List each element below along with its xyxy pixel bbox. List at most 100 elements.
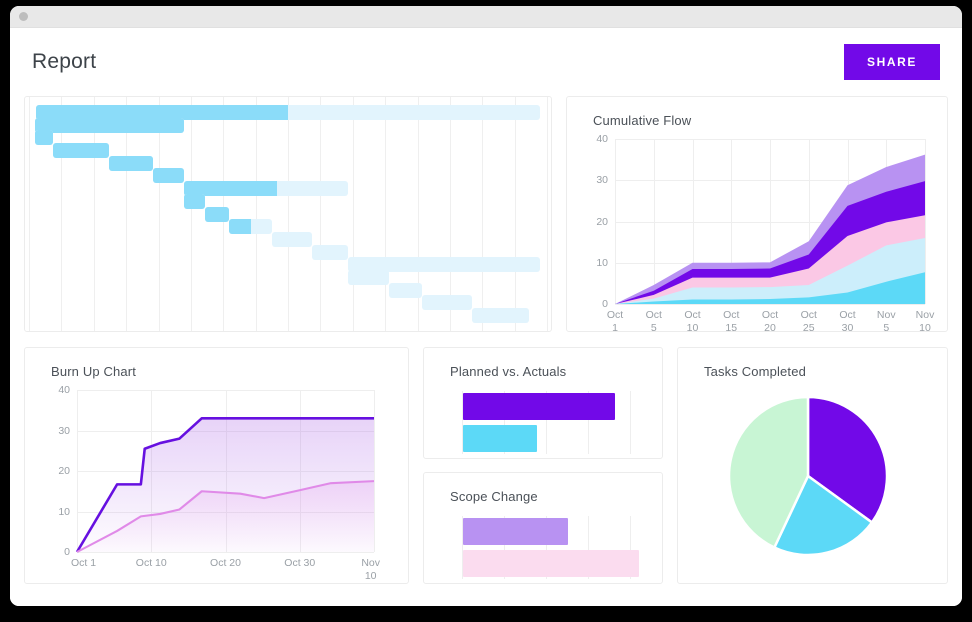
share-button[interactable]: SHARE	[843, 44, 940, 80]
x-axis-tick: 300	[579, 458, 597, 459]
gantt-task-bar[interactable]	[228, 219, 273, 235]
bar-cards-column: Planned vs. Actuals 0100200300400500 Sco…	[423, 347, 663, 584]
x-axis-tick: Nov 5	[876, 309, 896, 332]
planned-vs-actuals-title: Planned vs. Actuals	[450, 364, 567, 379]
gantt-task-bar[interactable]	[53, 142, 110, 158]
y-axis-tick: 0	[64, 546, 70, 558]
scope-change-card: Scope Change 0100200300400500	[423, 472, 663, 584]
x-axis-tick: 200	[537, 583, 555, 584]
x-axis-tick: Oct 25	[800, 309, 817, 332]
scope-change-plot: 0100200300400500	[462, 516, 662, 579]
dashboard-row-bottom: Burn Up Chart 0 10 20 30 40 Oct 1 Oct 10 Oct 20…	[24, 347, 948, 584]
burn-up-plot: 0 10 20 30 40 Oct 1 Oct 10 Oct 20 Oct 30 Nov 10	[58, 384, 380, 582]
y-axis-tick: 30	[596, 174, 608, 187]
gantt-gridline	[482, 97, 484, 331]
cumulative-flow-title: Cumulative Flow	[593, 113, 692, 128]
x-axis-tick: Nov 10	[361, 557, 380, 582]
page-header: Report SHARE	[24, 28, 948, 96]
gantt-task-bar[interactable]	[347, 270, 389, 286]
x-axis-tick: Oct 30	[839, 309, 856, 332]
gridline-horizontal	[77, 552, 374, 553]
gantt-task-bar[interactable]	[205, 206, 229, 222]
gantt-task-progress	[228, 219, 251, 235]
x-axis-tick: 0	[459, 458, 465, 459]
x-axis-tick: Oct 1	[606, 309, 624, 332]
gantt-task-bar[interactable]	[421, 295, 472, 311]
x-axis-tick: Oct 10	[684, 309, 701, 332]
x-axis-tick: Oct 20	[761, 309, 779, 332]
x-axis-tick: Oct 20	[210, 557, 241, 569]
tasks-completed-pie	[728, 396, 888, 556]
planned-vs-actuals-plot: 0100200300400500	[462, 391, 662, 454]
gantt-gridline	[320, 97, 322, 331]
gantt-gridline	[29, 97, 30, 331]
x-axis-tick: Oct 10	[135, 557, 167, 569]
burn-up-card: Burn Up Chart 0 10 20 30 40 Oct 1 Oct 10 Oct 20…	[24, 347, 409, 584]
app-window: Report SHARE Cumulative Flow 0 10 20 30 40 Oc…	[10, 6, 962, 606]
y-axis-tick: 40	[596, 133, 608, 145]
gantt-task-bar[interactable]	[184, 193, 206, 209]
gantt-task-progress	[205, 206, 229, 222]
x-axis-tick: 0	[459, 583, 465, 584]
gantt-task-bar[interactable]	[35, 130, 54, 146]
gantt-task-progress	[35, 130, 54, 146]
gridline-vertical	[374, 390, 375, 552]
gantt-task-progress	[35, 117, 185, 133]
bar-actual[interactable]	[463, 424, 537, 452]
gantt-task-bar[interactable]	[109, 155, 154, 171]
dashboard-row-top: Cumulative Flow 0 10 20 30 40 Oct 1 Oct 5 Oct 1…	[24, 96, 948, 332]
tasks-completed-plot	[728, 396, 888, 556]
gantt-plot	[25, 97, 551, 331]
scope-change-title: Scope Change	[450, 489, 538, 504]
y-axis-tick: 10	[58, 505, 70, 518]
gridline-vertical	[925, 139, 926, 304]
x-axis-tick: 100	[495, 458, 513, 459]
gantt-task-bar[interactable]	[272, 231, 312, 247]
burn-up-title: Burn Up Chart	[51, 364, 137, 379]
x-axis-tick: 100	[495, 583, 513, 584]
burn-up-lines	[75, 417, 375, 553]
cumulative-flow-card: Cumulative Flow 0 10 20 30 40 Oct 1 Oct 5 Oct 1…	[566, 96, 948, 332]
bar-added[interactable]	[463, 518, 568, 546]
gantt-gridline	[385, 97, 387, 331]
gantt-task-bar[interactable]	[153, 168, 185, 184]
x-axis-tick: 400	[621, 458, 639, 459]
gantt-task-bar[interactable]	[311, 244, 348, 260]
x-axis-tick: 300	[579, 583, 597, 584]
gantt-task-bar[interactable]	[35, 117, 185, 133]
cumulative-flow-plot: 0 10 20 30 40 Oct 1 Oct 5 Oct 10 Oct 15 Oct 20 Oct…	[596, 133, 934, 331]
cumulative-flow-areas	[615, 154, 925, 304]
gantt-task-progress	[153, 168, 185, 184]
tasks-completed-card: Tasks Completed	[677, 347, 948, 584]
gantt-gridline	[255, 97, 257, 331]
gantt-task-bar[interactable]	[389, 282, 422, 298]
y-axis-tick: 20	[58, 465, 70, 477]
gantt-gridline	[514, 97, 516, 331]
gantt-task-progress	[53, 142, 110, 158]
x-axis-tick: Oct 30	[284, 557, 316, 569]
gantt-gridline	[547, 97, 548, 331]
gridline-vertical	[630, 391, 631, 454]
gantt-gridline	[190, 97, 192, 331]
gantt-gridline	[288, 97, 289, 331]
tasks-completed-title: Tasks Completed	[704, 364, 806, 379]
bar-original[interactable]	[463, 549, 640, 577]
y-axis-tick: 40	[58, 384, 70, 396]
window-dot-icon[interactable]	[19, 12, 28, 21]
y-axis-tick: 20	[596, 215, 608, 228]
y-axis-tick: 10	[596, 256, 608, 269]
x-axis-tick: Oct 15	[723, 309, 740, 332]
gridline-horizontal	[615, 304, 925, 305]
app-content: Report SHARE Cumulative Flow 0 10 20 30 40 Oc…	[10, 28, 962, 606]
x-axis-tick: Nov 10	[915, 309, 935, 332]
gantt-chart-card	[24, 96, 552, 332]
gantt-task-progress	[109, 155, 154, 171]
bar-planned[interactable]	[463, 393, 616, 421]
y-axis-tick: 30	[58, 424, 70, 437]
x-axis-tick: 200	[537, 458, 555, 459]
gantt-task-bar[interactable]	[471, 308, 529, 324]
window-titlebar	[10, 6, 962, 28]
gantt-task-bar[interactable]	[184, 181, 348, 197]
x-axis-tick: 400	[621, 583, 639, 584]
x-axis-tick: Oct 5	[645, 309, 662, 332]
